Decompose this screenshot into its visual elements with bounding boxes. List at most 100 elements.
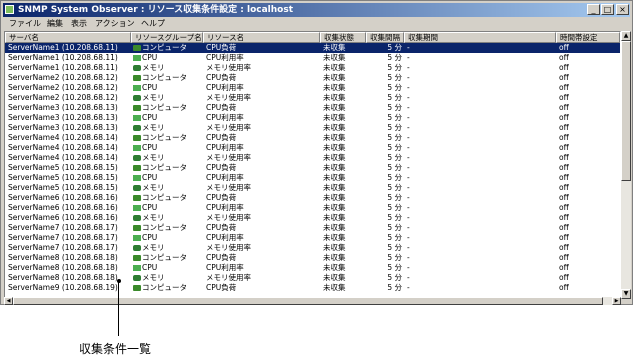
column-header-resource[interactable]: リソース名: [203, 32, 320, 43]
cell-server: ServerName6 (10.208.68.16): [8, 193, 118, 202]
table-row[interactable]: ServerName2 (10.208.68.12) CPU CPU利用率 未収集 5 …: [5, 83, 620, 93]
cell-group: コンピュータ: [142, 253, 187, 262]
scroll-right-button[interactable]: ▶: [612, 297, 621, 305]
cell-resource: CPU利用率: [206, 113, 244, 122]
table-row[interactable]: ServerName6 (10.208.68.16) CPU CPU利用率 未収集 5 …: [5, 203, 620, 213]
cell-group: CPU: [142, 263, 158, 272]
table-row[interactable]: ServerName4 (10.208.68.14) CPU CPU利用率 未収集 5 …: [5, 143, 620, 153]
table-row[interactable]: ServerName4 (10.208.68.14) コンピュータ CPU負荷 未収集…: [5, 133, 620, 143]
table-row[interactable]: ServerName2 (10.208.68.12) メモリ メモリ使用率 未収集 5 …: [5, 93, 620, 103]
cell-interval: 5 分: [387, 213, 402, 222]
table-row[interactable]: ServerName5 (10.208.68.15) コンピュータ CPU負荷 未収集…: [5, 163, 620, 173]
cell-server: ServerName5 (10.208.68.15): [8, 163, 118, 172]
column-header-server[interactable]: サーバ名: [5, 32, 131, 43]
cell-state: 未収集: [323, 143, 346, 152]
scroll-thumb[interactable]: [621, 41, 631, 181]
table-row[interactable]: ServerName1 (10.208.68.11) コンピュータ CPU負荷 未収集…: [5, 43, 620, 53]
cell-timeband: off: [559, 283, 569, 292]
scroll-up-button[interactable]: ▲: [621, 31, 631, 41]
cell-timeband: off: [559, 103, 569, 112]
table-row[interactable]: ServerName7 (10.208.68.17) メモリ メモリ使用率 未収集 5 …: [5, 243, 620, 253]
horizontal-scrollbar[interactable]: ◀ ▶: [4, 297, 621, 305]
menu-file[interactable]: ファイル: [9, 18, 41, 30]
maximize-button[interactable]: □: [601, 4, 614, 15]
table-row[interactable]: ServerName4 (10.208.68.14) メモリ メモリ使用率 未収集 5 …: [5, 153, 620, 163]
cell-interval: 5 分: [387, 193, 402, 202]
table-row[interactable]: ServerName1 (10.208.68.11) メモリ メモリ使用率 未収集 5 …: [5, 63, 620, 73]
cell-resource: CPU負荷: [206, 223, 237, 232]
vertical-scrollbar[interactable]: ▲ ▼: [621, 31, 631, 299]
cell-period: -: [407, 153, 410, 162]
table-row[interactable]: ServerName8 (10.208.68.18) コンピュータ CPU負荷 未収集…: [5, 253, 620, 263]
cell-interval: 5 分: [387, 223, 402, 232]
computer-icon: [133, 135, 141, 141]
scroll-left-button[interactable]: ◀: [4, 297, 13, 305]
menu-help[interactable]: ヘルプ: [141, 18, 165, 30]
table-row[interactable]: ServerName8 (10.208.68.18) メモリ メモリ使用率 未収集 5 …: [5, 273, 620, 283]
menu-view[interactable]: 表示: [71, 18, 87, 30]
cell-resource: CPU負荷: [206, 283, 237, 292]
cell-period: -: [407, 103, 410, 112]
column-header-interval[interactable]: 収集間隔: [366, 32, 404, 43]
cell-server: ServerName8 (10.208.68.18): [8, 273, 118, 282]
computer-icon: [133, 165, 141, 171]
table-row[interactable]: ServerName3 (10.208.68.13) コンピュータ CPU負荷 未収集…: [5, 103, 620, 113]
cell-server: ServerName3 (10.208.68.13): [8, 113, 118, 122]
horizontal-scroll-thumb[interactable]: [13, 297, 603, 305]
cell-state: 未収集: [323, 243, 346, 252]
column-header-timeband[interactable]: 時間帯設定: [556, 32, 620, 43]
cell-interval: 5 分: [387, 163, 402, 172]
cell-period: -: [407, 233, 410, 242]
cell-interval: 5 分: [387, 183, 402, 192]
table-row[interactable]: ServerName3 (10.208.68.13) CPU CPU利用率 未収集 5 …: [5, 113, 620, 123]
cell-resource: CPU利用率: [206, 263, 244, 272]
table-row[interactable]: ServerName2 (10.208.68.12) コンピュータ CPU負荷 未収集…: [5, 73, 620, 83]
close-button[interactable]: ×: [616, 4, 629, 15]
table-row[interactable]: ServerName8 (10.208.68.18) CPU CPU利用率 未収集 5 …: [5, 263, 620, 273]
cell-interval: 5 分: [387, 53, 402, 62]
cell-period: -: [407, 253, 410, 262]
column-header-period[interactable]: 収集期間: [404, 32, 556, 43]
cell-timeband: off: [559, 173, 569, 182]
cell-period: -: [407, 283, 410, 292]
table-row[interactable]: ServerName7 (10.208.68.17) CPU CPU利用率 未収集 5 …: [5, 233, 620, 243]
column-header-group[interactable]: リソースグループ名: [131, 32, 203, 43]
cell-period: -: [407, 203, 410, 212]
table-row[interactable]: ServerName5 (10.208.68.15) CPU CPU利用率 未収集 5 …: [5, 173, 620, 183]
table-row[interactable]: ServerName5 (10.208.68.15) メモリ メモリ使用率 未収集 5 …: [5, 183, 620, 193]
cell-group: メモリ: [142, 63, 165, 72]
cell-group: CPU: [142, 53, 158, 62]
collection-condition-list[interactable]: サーバ名 リソースグループ名 リソース名 収集状態 収集間隔 収集期間 時間帯設…: [4, 31, 621, 299]
title-bar[interactable]: SNMP System Observer : リソース収集条件設定 : loca…: [3, 3, 630, 17]
menu-action[interactable]: アクション: [95, 18, 135, 30]
cpu-icon: [133, 115, 141, 121]
table-row[interactable]: ServerName9 (10.208.68.19) コンピュータ CPU負荷 未収集…: [5, 283, 620, 293]
column-header-state[interactable]: 収集状態: [320, 32, 366, 43]
cell-timeband: off: [559, 63, 569, 72]
table-row[interactable]: ServerName1 (10.208.68.11) CPU CPU利用率 未収集 5 …: [5, 53, 620, 63]
cell-group: メモリ: [142, 123, 165, 132]
cell-state: 未収集: [323, 283, 346, 292]
cell-timeband: off: [559, 123, 569, 132]
cell-group: CPU: [142, 83, 158, 92]
cell-interval: 5 分: [387, 233, 402, 242]
cell-state: 未収集: [323, 253, 346, 262]
menu-edit[interactable]: 編集: [47, 18, 63, 30]
cell-period: -: [407, 163, 410, 172]
minimize-button[interactable]: _: [587, 4, 600, 15]
table-row[interactable]: ServerName7 (10.208.68.17) コンピュータ CPU負荷 未収集…: [5, 223, 620, 233]
cell-state: 未収集: [323, 273, 346, 282]
cell-period: -: [407, 113, 410, 122]
computer-icon: [133, 45, 141, 51]
cell-group: コンピュータ: [142, 43, 187, 52]
table-row[interactable]: ServerName3 (10.208.68.13) メモリ メモリ使用率 未収集 5 …: [5, 123, 620, 133]
cell-server: ServerName2 (10.208.68.12): [8, 83, 118, 92]
menu-bar: ファイル 編集 表示 アクション ヘルプ: [3, 18, 630, 30]
cell-period: -: [407, 173, 410, 182]
cell-server: ServerName7 (10.208.68.17): [8, 233, 118, 242]
scroll-down-button[interactable]: ▼: [621, 289, 631, 299]
table-row[interactable]: ServerName6 (10.208.68.16) メモリ メモリ使用率 未収集 5 …: [5, 213, 620, 223]
callout-line: [118, 281, 119, 336]
table-row[interactable]: ServerName6 (10.208.68.16) コンピュータ CPU負荷 未収集…: [5, 193, 620, 203]
cell-state: 未収集: [323, 263, 346, 272]
